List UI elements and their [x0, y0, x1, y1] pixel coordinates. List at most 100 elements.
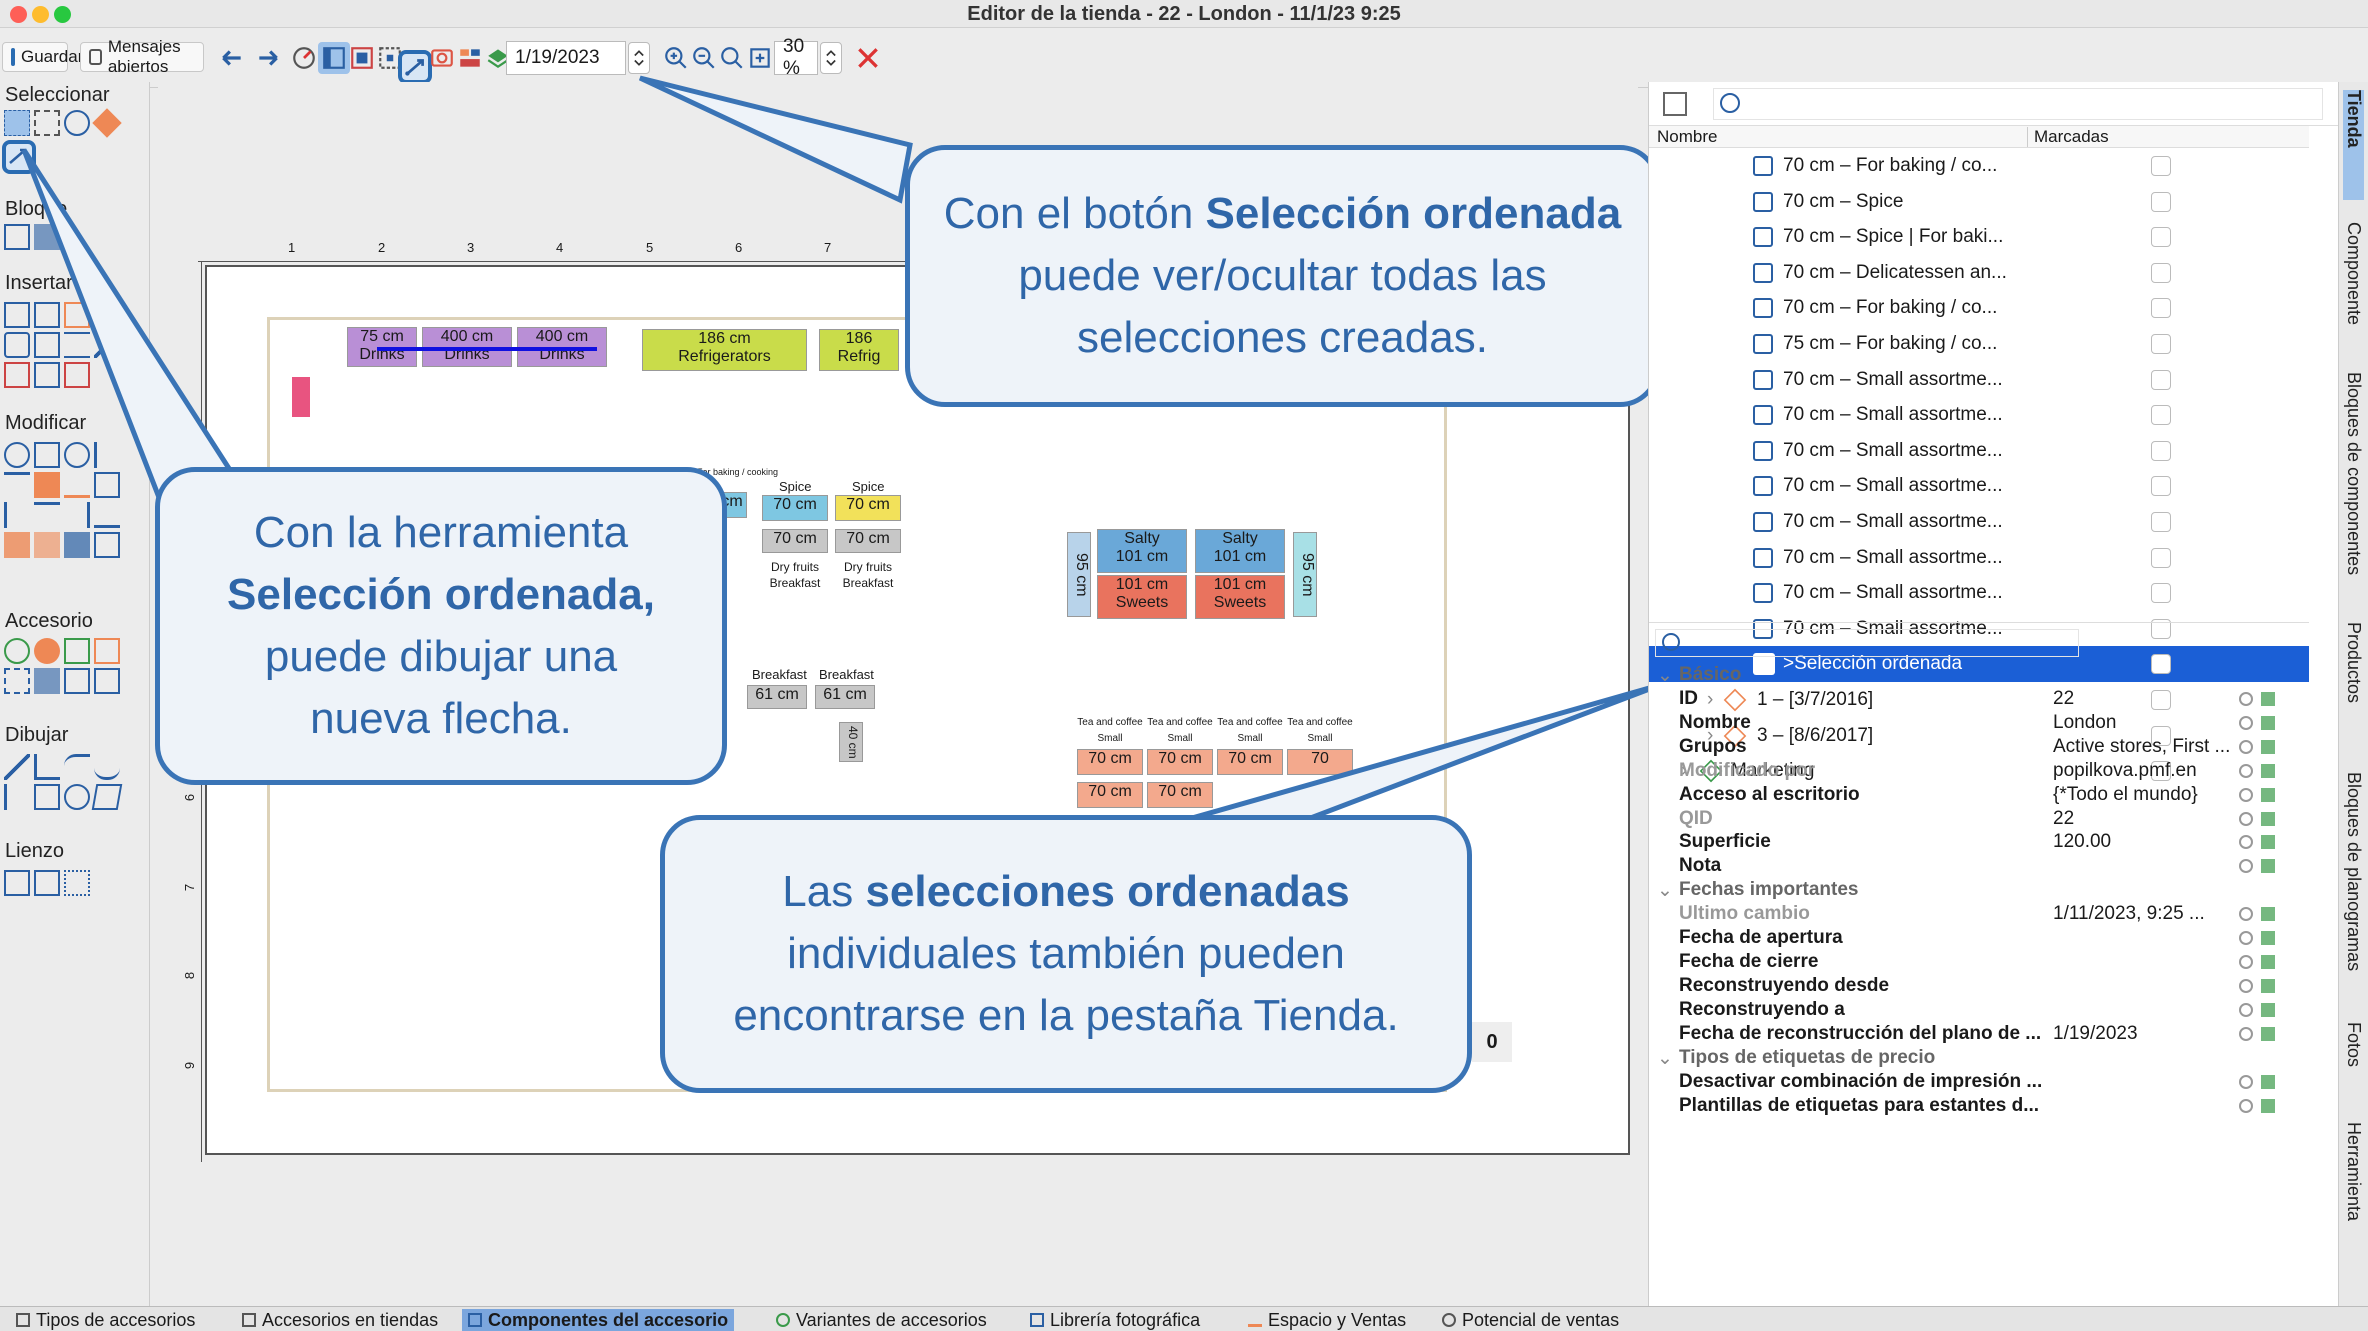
reset-icon[interactable]	[2239, 692, 2253, 706]
fixture-sweets[interactable]: 101 cm Sweets	[1097, 575, 1187, 619]
draw-curve-icon[interactable]	[94, 754, 120, 780]
property-row[interactable]: QID 22	[1649, 808, 2309, 832]
property-section[interactable]: ⌄ Básico	[1649, 664, 2309, 688]
insert-svg-icon[interactable]	[64, 362, 90, 388]
marked-checkbox[interactable]	[2151, 583, 2171, 604]
marked-checkbox[interactable]	[2151, 512, 2171, 532]
select-rect-icon[interactable]	[4, 110, 30, 136]
reset-icon[interactable]	[2239, 1026, 2253, 1041]
property-row[interactable]: Superficie 120.00	[1649, 831, 2309, 855]
select-target-icon[interactable]	[64, 110, 90, 136]
undo-icon[interactable]	[216, 42, 248, 74]
edit-icon[interactable]	[2261, 907, 2275, 922]
tree-row[interactable]: 70 cm – Spice	[1649, 184, 2309, 220]
fixture-dryfruits[interactable]: 70 cm	[835, 529, 901, 553]
property-row[interactable]: Fecha de cierre	[1649, 951, 2309, 975]
align-bottom-icon[interactable]	[94, 502, 120, 528]
copy-icon[interactable]	[34, 442, 60, 468]
tab-sales-potential[interactable]: Potencial de ventas	[1436, 1309, 1625, 1331]
mirror-icon[interactable]	[64, 472, 90, 498]
fixture-list-icon[interactable]	[64, 668, 90, 694]
resize-icon[interactable]	[94, 472, 120, 498]
marked-checkbox[interactable]	[2151, 440, 2171, 461]
fixture-hierarchy-icon[interactable]	[34, 638, 60, 664]
insert-measure-icon[interactable]	[64, 332, 90, 358]
canvas-size-icon[interactable]	[4, 870, 30, 896]
reset-icon[interactable]	[2239, 955, 2253, 969]
reset-icon[interactable]	[2239, 835, 2253, 850]
insert-pallet-icon[interactable]	[64, 302, 90, 328]
property-row[interactable]: Reconstruyendo a	[1649, 999, 2309, 1023]
property-row[interactable]: Fecha de reconstrucción del plano de ...…	[1649, 1023, 2309, 1047]
fixture-props-icon[interactable]	[94, 668, 120, 694]
reset-icon[interactable]	[2239, 715, 2253, 730]
insert-document-icon[interactable]	[34, 332, 60, 358]
date-field[interactable]: 1/19/2023	[506, 41, 626, 75]
fixture-refrigerators[interactable]: 186 cm Refrigerators	[642, 329, 807, 371]
insert-pdf-icon[interactable]	[4, 362, 30, 388]
fixture-tea[interactable]: 70 cm	[1217, 749, 1283, 775]
align-top-icon[interactable]	[4, 472, 30, 498]
side-tab-tienda[interactable]: Tienda	[2343, 90, 2364, 200]
reset-icon[interactable]	[2239, 907, 2253, 922]
edit-icon[interactable]	[2261, 715, 2275, 730]
canvas-grid-icon[interactable]	[64, 870, 90, 896]
property-row[interactable]: Plantillas de etiquetas para estantes d.…	[1649, 1095, 2309, 1119]
side-tab-herramienta[interactable]: Herramienta	[2343, 1122, 2364, 1221]
insert-cabinet-icon[interactable]	[34, 302, 60, 328]
fixture-insert-icon[interactable]	[34, 668, 60, 694]
fixture-delicatessen[interactable]: 95 cm	[1067, 532, 1091, 617]
move-icon[interactable]	[4, 442, 30, 468]
table-view-icon[interactable]	[1663, 92, 1687, 116]
open-messages-button[interactable]: Mensajes abiertos	[80, 37, 204, 76]
align-left-icon[interactable]	[94, 442, 120, 468]
tree-row[interactable]: 70 cm – Small assortme...	[1649, 540, 2309, 576]
fixture-tea[interactable]: 70	[1287, 749, 1353, 775]
property-row[interactable]: Reconstruyendo desde	[1649, 975, 2309, 999]
property-row[interactable]: Modificado por popilkova.pmf.en	[1649, 760, 2309, 784]
property-section[interactable]: ⌄ Fechas importantes	[1649, 879, 2309, 903]
block-stack-icon[interactable]	[34, 224, 60, 250]
reset-icon[interactable]	[2239, 978, 2253, 993]
fixture-spice[interactable]: 70 cm	[835, 495, 901, 521]
marked-checkbox[interactable]	[2151, 262, 2171, 283]
reset-icon[interactable]	[2239, 763, 2253, 778]
align-h-icon[interactable]	[4, 502, 30, 528]
fixture-tea[interactable]: 70 cm	[1077, 782, 1143, 808]
fixture-salty[interactable]: Salty 101 cm	[1097, 529, 1187, 573]
fixture-breakfast[interactable]: 61 cm	[815, 685, 875, 709]
reset-icon[interactable]	[2239, 1002, 2253, 1017]
draw-polygon-icon[interactable]	[91, 784, 123, 810]
fixture-add-icon[interactable]	[4, 638, 30, 664]
save-button[interactable]: Guardar	[2, 42, 83, 72]
block-add-icon[interactable]	[4, 224, 30, 250]
property-row[interactable]: Desactivar combinación de impresión ...	[1649, 1071, 2309, 1095]
edit-icon[interactable]	[2261, 787, 2275, 802]
group-icon[interactable]	[4, 532, 30, 558]
insert-text-icon[interactable]	[94, 302, 120, 328]
tree-row[interactable]: 70 cm – Small assortme...	[1649, 362, 2309, 398]
side-tab-bloques-componentes[interactable]: Bloques de componentes	[2343, 372, 2364, 575]
edit-icon[interactable]	[2261, 835, 2275, 850]
zoom-page-icon[interactable]	[744, 42, 776, 74]
side-tab-componente[interactable]: Componente	[2343, 222, 2364, 325]
property-row[interactable]: Ultimo cambio 1/11/2023, 9:25 ...	[1649, 903, 2309, 927]
draw-ellipse-icon[interactable]	[64, 784, 90, 810]
align-v-icon[interactable]	[34, 502, 60, 528]
ordered-selection-arrow[interactable]	[377, 347, 597, 351]
property-row[interactable]: ID 22	[1649, 688, 2309, 712]
tree-row[interactable]: 75 cm – For baking / co...	[1649, 326, 2309, 362]
edit-icon[interactable]	[2261, 1026, 2275, 1041]
fixture-grid-icon[interactable]	[94, 638, 120, 664]
props-search-input[interactable]	[1655, 629, 2079, 657]
edit-icon[interactable]	[2261, 1002, 2275, 1017]
tree-row[interactable]: 70 cm – Small assortme...	[1649, 397, 2309, 433]
property-row[interactable]: Acceso al escritorio {*Todo el mundo}	[1649, 784, 2309, 808]
ordered-selection-tool-icon[interactable]	[2, 140, 36, 174]
select-layer-icon[interactable]	[92, 108, 122, 138]
send-back-icon[interactable]	[94, 532, 120, 558]
tree-row[interactable]: 70 cm – Spice | For baki...	[1649, 219, 2309, 255]
tree-row[interactable]: 70 cm – Small assortme...	[1649, 468, 2309, 504]
tab-fixture-types[interactable]: Tipos de accesorios	[10, 1309, 201, 1331]
marked-checkbox[interactable]	[2151, 405, 2171, 426]
